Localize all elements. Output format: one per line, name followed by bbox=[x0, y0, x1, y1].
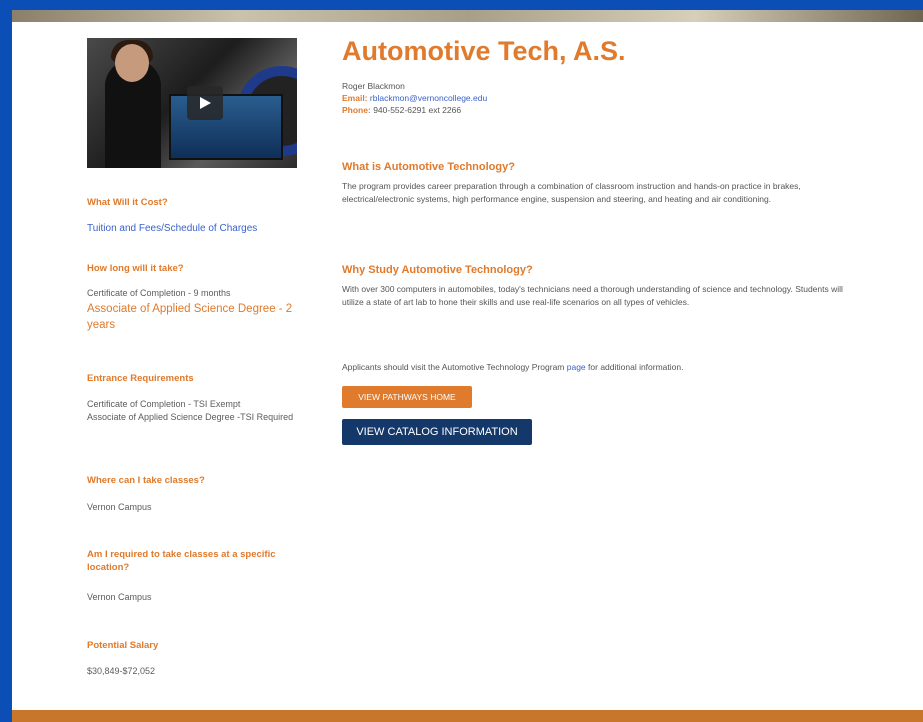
page-title: Automotive Tech, A.S. bbox=[342, 36, 626, 66]
why-text: With over 300 computers in automobiles, … bbox=[342, 284, 843, 307]
tuition-link[interactable]: Tuition and Fees/Schedule of Charges bbox=[87, 223, 317, 234]
what-text: The program provides career preparation … bbox=[342, 181, 801, 204]
email-label: Email: bbox=[342, 93, 368, 103]
contact-phone-row: Phone: 940-552-6291 ext 2266 bbox=[342, 104, 487, 116]
location-value: Vernon Campus bbox=[87, 592, 152, 602]
play-button[interactable] bbox=[187, 86, 223, 120]
contact-name: Roger Blackmon bbox=[342, 81, 405, 91]
applicants-text: Applicants should visit the Automotive T… bbox=[342, 361, 862, 374]
video-thumbnail-head bbox=[115, 44, 149, 82]
why-heading: Why Study Automotive Technology? bbox=[342, 264, 533, 276]
requirements-heading: Entrance Requirements bbox=[87, 373, 194, 384]
salary-value: $30,849-$72,052 bbox=[87, 666, 156, 676]
email-link[interactable]: rblackmon@vernoncollege.edu bbox=[370, 93, 487, 103]
requirements-certificate: Certificate of Completion - TSI Exempt bbox=[87, 399, 241, 409]
cost-heading: What Will it Cost? bbox=[87, 197, 168, 208]
what-heading: What is Automotive Technology? bbox=[342, 161, 515, 173]
program-page: What Will it Cost? Tuition and Fees/Sche… bbox=[12, 22, 923, 710]
applicants-text-before: Applicants should visit the Automotive T… bbox=[342, 362, 567, 372]
contact-info: Roger Blackmon Email: rblackmon@vernonco… bbox=[342, 80, 487, 116]
program-video[interactable] bbox=[87, 38, 297, 168]
phone-value: 940-552-6291 ext 2266 bbox=[373, 105, 462, 115]
where-heading: Where can I take classes? bbox=[87, 475, 205, 486]
phone-label: Phone: bbox=[342, 105, 371, 115]
duration-heading: How long will it take? bbox=[87, 263, 184, 274]
salary-heading: Potential Salary bbox=[87, 640, 159, 651]
footer-strip bbox=[12, 710, 923, 722]
where-value: Vernon Campus bbox=[87, 502, 152, 512]
contact-email-row: Email: rblackmon@vernoncollege.edu bbox=[342, 92, 487, 104]
play-icon bbox=[200, 97, 211, 109]
location-heading: Am I required to take classes at a speci… bbox=[87, 549, 276, 573]
duration-certificate: Certificate of Completion - 9 months bbox=[87, 288, 231, 298]
duration-degree-link[interactable]: Associate of Applied Science Degree - 2 … bbox=[87, 301, 317, 333]
applicants-text-after: for additional information. bbox=[585, 362, 684, 372]
view-catalog-information-button[interactable]: VIEW CATALOG INFORMATION bbox=[342, 419, 532, 445]
view-pathways-home-button[interactable]: VIEW PATHWAYS HOME bbox=[342, 386, 472, 408]
requirements-degree: Associate of Applied Science Degree -TSI… bbox=[87, 412, 294, 422]
program-page-link[interactable]: page bbox=[567, 362, 586, 372]
